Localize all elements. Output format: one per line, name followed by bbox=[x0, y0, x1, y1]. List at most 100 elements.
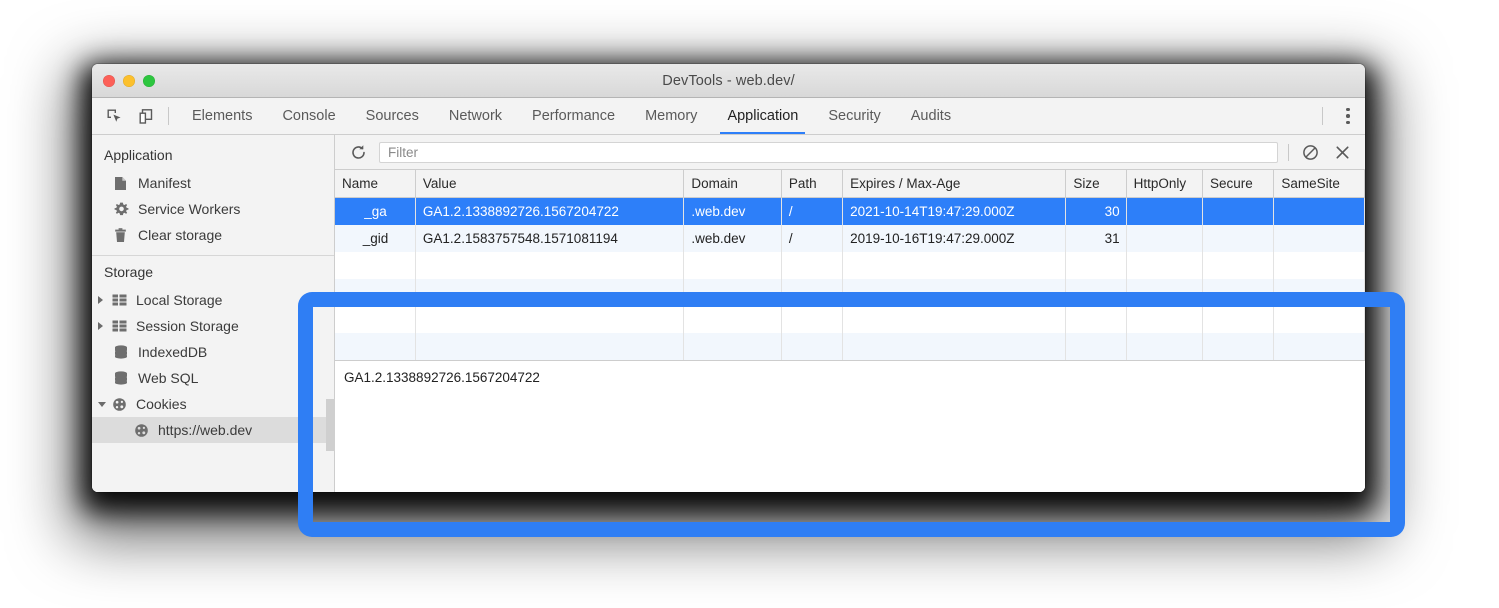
cell-empty bbox=[781, 333, 842, 360]
cookies-panel: Name Value Domain Path Expires / Max-Age… bbox=[335, 135, 1365, 492]
cell-name: _gid bbox=[335, 225, 415, 252]
tabbar-right-divider bbox=[1322, 107, 1323, 125]
sidebar-item-clear-storage[interactable]: Clear storage bbox=[92, 222, 334, 248]
cell-empty bbox=[781, 252, 842, 279]
database-icon bbox=[114, 345, 136, 359]
cookie-value-preview-pane: GA1.2.1338892726.1567204722 bbox=[335, 360, 1365, 492]
column-header-samesite[interactable]: SameSite bbox=[1274, 170, 1365, 198]
cell-value: GA1.2.1583757548.1571081194 bbox=[415, 225, 683, 252]
cell-samesite bbox=[1274, 225, 1365, 252]
sidebar-item-session-storage[interactable]: Session Storage bbox=[92, 313, 334, 339]
inspect-element-icon[interactable] bbox=[98, 98, 130, 134]
kebab-dot bbox=[1346, 114, 1350, 118]
database-icon bbox=[114, 371, 136, 385]
chevron-right-icon[interactable] bbox=[98, 296, 112, 304]
tab-audits[interactable]: Audits bbox=[896, 98, 966, 134]
table-row-empty[interactable] bbox=[335, 306, 1364, 333]
kebab-dot bbox=[1346, 121, 1350, 125]
column-header-value[interactable]: Value bbox=[415, 170, 683, 198]
table-row-empty[interactable] bbox=[335, 252, 1364, 279]
cell-empty bbox=[335, 252, 415, 279]
sidebar-item-web-sql[interactable]: Web SQL bbox=[92, 365, 334, 391]
tabbar-spacer bbox=[966, 98, 1316, 134]
sidebar-item-cookie-origin[interactable]: https://web.dev bbox=[92, 417, 334, 443]
tab-performance[interactable]: Performance bbox=[517, 98, 630, 134]
minimize-window-button[interactable] bbox=[123, 75, 135, 87]
cell-size: 30 bbox=[1066, 198, 1126, 226]
sidebar-item-cookies[interactable]: Cookies bbox=[92, 391, 334, 417]
device-toolbar-icon[interactable] bbox=[130, 98, 162, 134]
table-row[interactable]: _ga GA1.2.1338892726.1567204722 .web.dev… bbox=[335, 198, 1364, 226]
cell-samesite bbox=[1274, 198, 1365, 226]
devtools-tabbar: Elements Console Sources Network Perform… bbox=[92, 98, 1365, 135]
sidebar-item-label: Session Storage bbox=[136, 318, 239, 334]
cell-domain: .web.dev bbox=[684, 225, 782, 252]
tab-security[interactable]: Security bbox=[813, 98, 895, 134]
tab-console[interactable]: Console bbox=[267, 98, 350, 134]
chevron-down-icon[interactable] bbox=[98, 402, 112, 407]
table-row-empty[interactable] bbox=[335, 333, 1364, 360]
column-header-expires[interactable]: Expires / Max-Age bbox=[843, 170, 1066, 198]
cookie-icon bbox=[112, 397, 134, 412]
maximize-window-button[interactable] bbox=[143, 75, 155, 87]
devtools-window: DevTools - web.dev/ Elements Console Sou… bbox=[92, 64, 1365, 492]
tab-network[interactable]: Network bbox=[434, 98, 517, 134]
application-sidebar: Application Manifest Service bbox=[92, 135, 335, 492]
close-window-button[interactable] bbox=[103, 75, 115, 87]
table-storage-icon bbox=[112, 320, 134, 332]
devtools-body: Application Manifest Service bbox=[92, 135, 1365, 492]
cell-empty bbox=[335, 333, 415, 360]
preview-scrollbar-thumb[interactable] bbox=[326, 399, 335, 451]
cell-empty bbox=[415, 333, 683, 360]
tab-application[interactable]: Application bbox=[712, 98, 813, 134]
column-header-httponly[interactable]: HttpOnly bbox=[1126, 170, 1202, 198]
column-header-path[interactable]: Path bbox=[781, 170, 842, 198]
window-title: DevTools - web.dev/ bbox=[92, 73, 1365, 89]
cell-empty bbox=[335, 306, 415, 333]
cell-expires: 2021-10-14T19:47:29.000Z bbox=[843, 198, 1066, 226]
kebab-menu-icon[interactable] bbox=[1331, 98, 1365, 134]
sidebar-item-local-storage[interactable]: Local Storage bbox=[92, 287, 334, 313]
cell-empty bbox=[843, 252, 1066, 279]
column-header-domain[interactable]: Domain bbox=[684, 170, 782, 198]
table-row-empty[interactable] bbox=[335, 279, 1364, 306]
tab-elements[interactable]: Elements bbox=[177, 98, 267, 134]
cell-empty bbox=[415, 279, 683, 306]
table-header-row: Name Value Domain Path Expires / Max-Age… bbox=[335, 170, 1364, 198]
cell-empty bbox=[415, 252, 683, 279]
cell-empty bbox=[684, 279, 782, 306]
column-header-secure[interactable]: Secure bbox=[1203, 170, 1274, 198]
sidebar-item-manifest[interactable]: Manifest bbox=[92, 170, 334, 196]
cell-empty bbox=[1203, 279, 1274, 306]
cell-httponly bbox=[1126, 225, 1202, 252]
cell-domain: .web.dev bbox=[684, 198, 782, 226]
cell-secure bbox=[1203, 225, 1274, 252]
cell-empty bbox=[781, 279, 842, 306]
cell-path: / bbox=[781, 225, 842, 252]
chevron-right-icon[interactable] bbox=[98, 322, 112, 330]
column-header-name[interactable]: Name bbox=[335, 170, 415, 198]
cell-empty bbox=[1203, 252, 1274, 279]
refresh-icon[interactable] bbox=[341, 144, 375, 161]
cell-empty bbox=[684, 333, 782, 360]
cell-httponly bbox=[1126, 198, 1202, 226]
sidebar-item-label: https://web.dev bbox=[158, 422, 252, 438]
sidebar-item-indexeddb[interactable]: IndexedDB bbox=[92, 339, 334, 365]
table-row[interactable]: _gid GA1.2.1583757548.1571081194 .web.de… bbox=[335, 225, 1364, 252]
cell-empty bbox=[1274, 279, 1365, 306]
window-titlebar: DevTools - web.dev/ bbox=[92, 64, 1365, 98]
cookie-icon bbox=[134, 423, 156, 438]
tab-memory[interactable]: Memory bbox=[630, 98, 712, 134]
delete-selected-cookie-icon[interactable] bbox=[1327, 144, 1359, 161]
tab-sources[interactable]: Sources bbox=[351, 98, 434, 134]
sidebar-item-label: Manifest bbox=[138, 175, 191, 191]
sidebar-item-service-workers[interactable]: Service Workers bbox=[92, 196, 334, 222]
clear-all-cookies-icon[interactable] bbox=[1295, 144, 1327, 161]
traffic-lights bbox=[103, 75, 155, 87]
cell-expires: 2019-10-16T19:47:29.000Z bbox=[843, 225, 1066, 252]
cell-empty bbox=[843, 333, 1066, 360]
toolbar-divider bbox=[1288, 144, 1289, 161]
filter-input[interactable] bbox=[379, 142, 1278, 163]
sidebar-item-label: Web SQL bbox=[138, 370, 198, 386]
column-header-size[interactable]: Size bbox=[1066, 170, 1126, 198]
